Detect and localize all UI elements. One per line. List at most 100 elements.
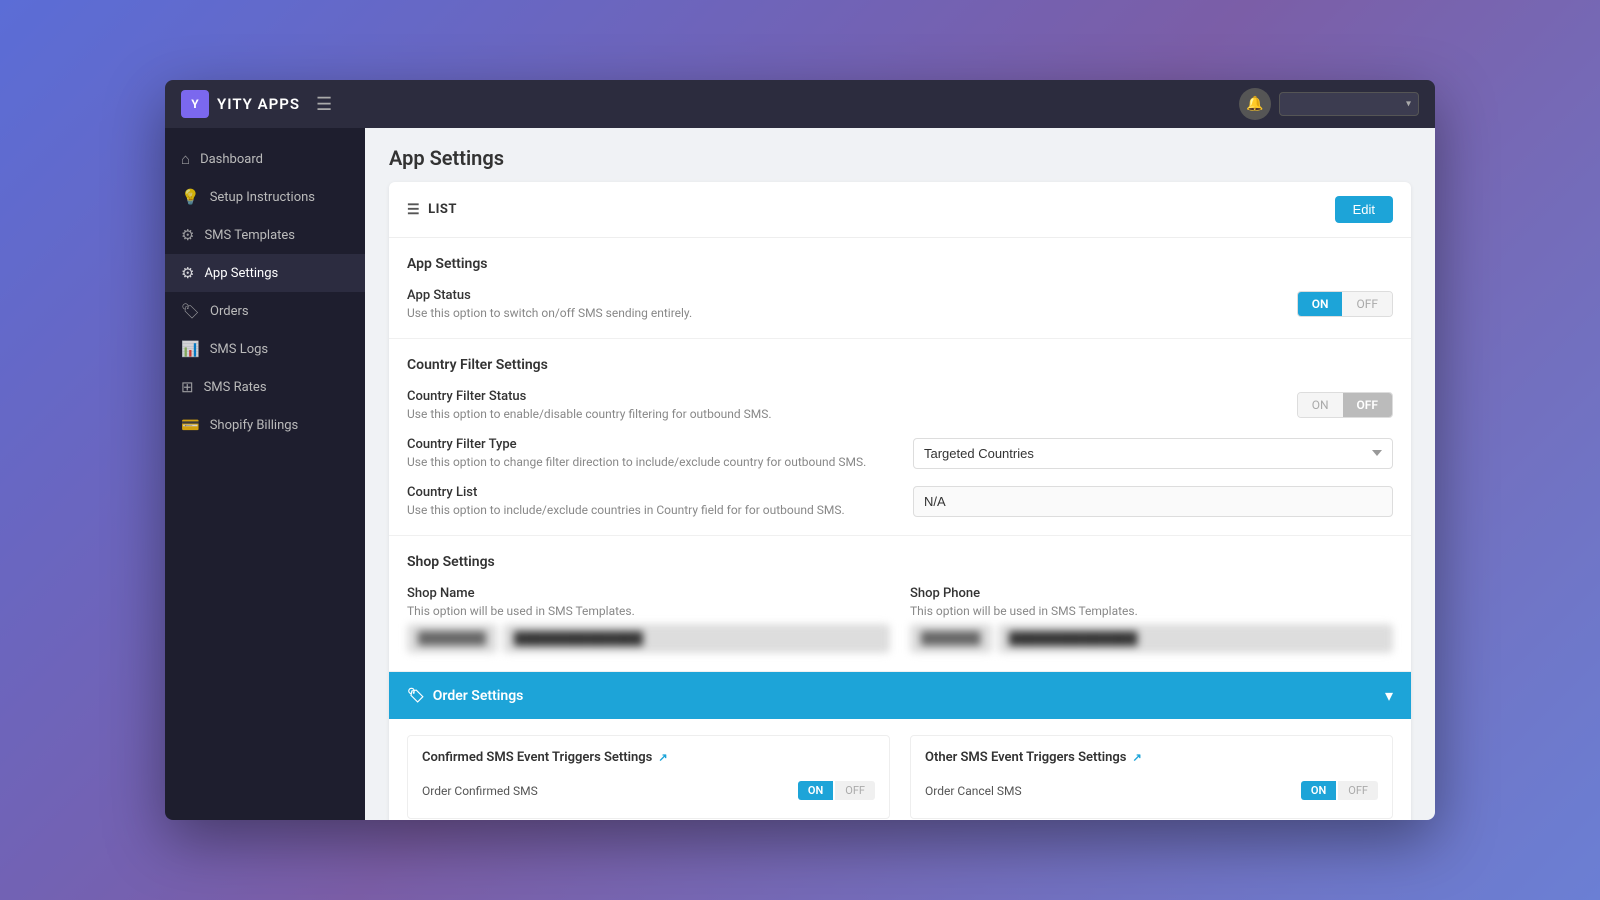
shop-row: Shop Name This option will be used in SM… — [407, 586, 1393, 653]
app-status-control: ON OFF — [1297, 291, 1393, 317]
confirmed-toggle-on[interactable]: ON — [798, 781, 833, 800]
sidebar-label-orders: Orders — [210, 304, 249, 319]
country-filter-section: Country Filter Settings Country Filter S… — [389, 339, 1411, 536]
country-list-label: Country List — [407, 485, 907, 500]
logo-icon: Y — [181, 90, 209, 118]
toggle-off-btn[interactable]: OFF — [1342, 292, 1392, 316]
shop-phone-input[interactable] — [998, 624, 1393, 653]
hamburger-icon[interactable]: ☰ — [316, 94, 332, 115]
app-settings-title: App Settings — [407, 256, 1393, 272]
order-cancel-label: Order Cancel SMS — [925, 784, 1022, 798]
country-list-desc: Use this option to include/exclude count… — [407, 503, 907, 517]
shop-phone-field: Shop Phone This option will be used in S… — [910, 586, 1393, 653]
store-selector-wrapper — [1279, 92, 1419, 116]
chevron-down-icon: ▾ — [1385, 686, 1393, 705]
sidebar-item-app-settings[interactable]: ⚙ App Settings — [165, 254, 365, 292]
sidebar-item-orders[interactable]: 🏷 Orders — [165, 292, 365, 330]
country-filter-status-control: ON OFF — [1297, 392, 1393, 418]
settings-icon: ⚙ — [181, 264, 194, 282]
tag-icon: 🏷 — [181, 302, 200, 320]
external-link-icon-other[interactable]: ↗ — [1132, 751, 1141, 764]
sidebar-item-dashboard[interactable]: ⌂ Dashboard — [165, 140, 365, 178]
country-filter-type-row: Country Filter Type Use this option to c… — [407, 437, 1393, 469]
country-filter-toggle[interactable]: ON OFF — [1297, 392, 1393, 418]
topnav-logo: Y YITY APPS — [181, 90, 300, 118]
order-cancel-toggle[interactable]: ON OFF — [1301, 781, 1378, 800]
shop-name-input[interactable] — [503, 624, 890, 653]
country-filter-type-select[interactable]: Targeted Countries Excluded Countries — [913, 438, 1393, 469]
toggle-on-btn[interactable]: ON — [1298, 292, 1343, 316]
sidebar: ⌂ Dashboard 💡 Setup Instructions ⚙ SMS T… — [165, 128, 365, 820]
country-filter-status-desc: Use this option to enable/disable countr… — [407, 407, 907, 421]
shop-name-label: Shop Name — [407, 586, 890, 601]
shop-name-desc: This option will be used in SMS Template… — [407, 604, 890, 618]
sidebar-label-sms-rates: SMS Rates — [204, 380, 267, 395]
confirmed-trigger-title: Confirmed SMS Event Triggers Settings ↗ — [422, 750, 875, 765]
order-cancel-row: Order Cancel SMS ON OFF — [925, 777, 1378, 804]
page-header: App Settings — [365, 128, 1435, 182]
filter-toggle-on[interactable]: ON — [1298, 393, 1343, 417]
bulb-icon: 💡 — [181, 188, 200, 206]
country-filter-type-control: Targeted Countries Excluded Countries — [913, 438, 1393, 469]
gear-icon: ⚙ — [181, 226, 194, 244]
order-settings-banner[interactable]: 🏷 Order Settings ▾ — [389, 672, 1411, 719]
app-status-label-block: App Status Use this option to switch on/… — [407, 288, 907, 320]
grid-icon: ⊞ — [181, 378, 194, 396]
country-list-label-block: Country List Use this option to include/… — [407, 485, 907, 517]
sidebar-item-sms-logs[interactable]: 📊 SMS Logs — [165, 330, 365, 368]
country-filter-status-label: Country Filter Status — [407, 389, 907, 404]
main-card: ☰ LIST Edit App Settings App Status Use … — [389, 182, 1411, 820]
country-list-row: Country List Use this option to include/… — [407, 485, 1393, 517]
sidebar-label-billings: Shopify Billings — [210, 418, 299, 433]
other-trigger-col: Other SMS Event Triggers Settings ↗ Orde… — [910, 735, 1393, 819]
confirmed-toggle-off[interactable]: OFF — [835, 781, 875, 800]
sidebar-label-sms-logs: SMS Logs — [210, 342, 268, 357]
other-trigger-title: Other SMS Event Triggers Settings ↗ — [925, 750, 1378, 765]
topnav-right: 🔔 — [1239, 88, 1419, 120]
order-confirmed-toggle[interactable]: ON OFF — [798, 781, 875, 800]
confirmed-trigger-col: Confirmed SMS Event Triggers Settings ↗ … — [407, 735, 890, 819]
shop-name-code: ████████ — [407, 624, 497, 653]
sidebar-label-setup: Setup Instructions — [210, 190, 315, 205]
content-inner: ☰ LIST Edit App Settings App Status Use … — [365, 182, 1435, 820]
card-icon: 💳 — [181, 416, 200, 434]
shop-settings-section: Shop Settings Shop Name This option will… — [389, 536, 1411, 672]
topnav: Y YITY APPS ☰ 🔔 — [165, 80, 1435, 128]
content-area: App Settings ☰ LIST Edit App Setti — [365, 128, 1435, 820]
shop-phone-label: Shop Phone — [910, 586, 1393, 601]
edit-button[interactable]: Edit — [1335, 196, 1393, 223]
other-trigger-label: Other SMS Event Triggers Settings — [925, 750, 1126, 765]
app-status-label: App Status — [407, 288, 907, 303]
order-settings-title: 🏷 Order Settings — [407, 688, 523, 704]
shop-settings-title: Shop Settings — [407, 554, 1393, 570]
country-filter-status-row: Country Filter Status Use this option to… — [407, 389, 1393, 421]
store-selector[interactable] — [1279, 92, 1419, 116]
sidebar-label-sms-templates: SMS Templates — [204, 228, 295, 243]
country-filter-type-label: Country Filter Type — [407, 437, 907, 452]
country-filter-type-desc: Use this option to change filter directi… — [407, 455, 907, 469]
sidebar-item-setup-instructions[interactable]: 💡 Setup Instructions — [165, 178, 365, 216]
tag-icon-order: 🏷 — [407, 688, 425, 704]
cancel-toggle-on[interactable]: ON — [1301, 781, 1336, 800]
bell-button[interactable]: 🔔 — [1239, 88, 1271, 120]
filter-toggle-off[interactable]: OFF — [1343, 393, 1392, 417]
external-link-icon-confirmed[interactable]: ↗ — [658, 751, 667, 764]
list-icon: ☰ — [407, 202, 420, 218]
list-label: LIST — [428, 202, 457, 217]
cancel-toggle-off[interactable]: OFF — [1338, 781, 1378, 800]
sidebar-item-sms-templates[interactable]: ⚙ SMS Templates — [165, 216, 365, 254]
app-status-toggle[interactable]: ON OFF — [1297, 291, 1393, 317]
main-layout: ⌂ Dashboard 💡 Setup Instructions ⚙ SMS T… — [165, 128, 1435, 820]
logo-text: YITY APPS — [217, 95, 300, 113]
app-settings-section: App Settings App Status Use this option … — [389, 238, 1411, 339]
card-header-title: ☰ LIST — [407, 202, 457, 218]
country-list-input[interactable] — [913, 486, 1393, 517]
sidebar-item-sms-rates[interactable]: ⊞ SMS Rates — [165, 368, 365, 406]
app-window: Y YITY APPS ☰ 🔔 ⌂ Dashboard 💡 Setup Inst… — [165, 80, 1435, 820]
app-status-desc: Use this option to switch on/off SMS sen… — [407, 306, 907, 320]
country-list-control — [913, 486, 1393, 517]
country-filter-type-label-block: Country Filter Type Use this option to c… — [407, 437, 907, 469]
sidebar-item-shopify-billings[interactable]: 💳 Shopify Billings — [165, 406, 365, 444]
order-confirmed-label: Order Confirmed SMS — [422, 784, 538, 798]
card-header: ☰ LIST Edit — [389, 182, 1411, 238]
